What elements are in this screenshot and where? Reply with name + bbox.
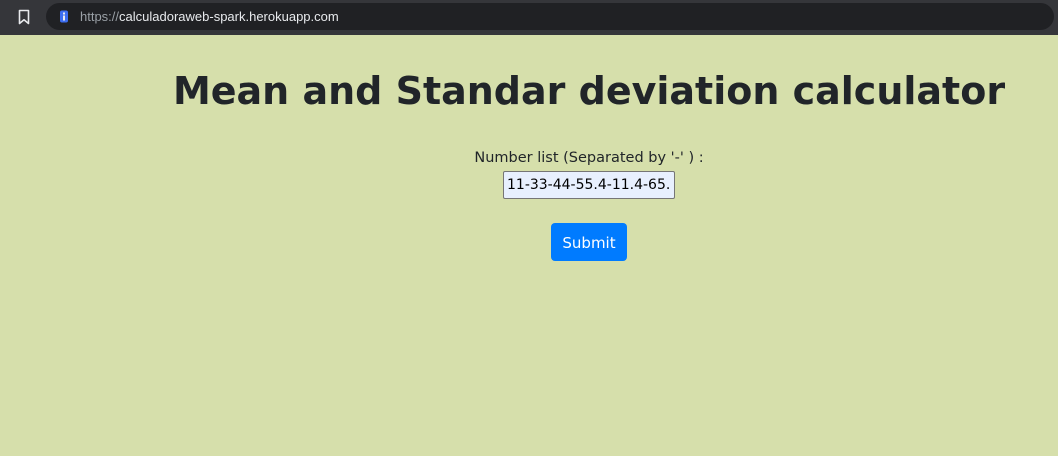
number-list-label: Number list (Separated by '-' ) : bbox=[474, 150, 704, 166]
browser-toolbar: https://calculadoraweb-spark.herokuapp.c… bbox=[0, 0, 1058, 35]
page-content: Mean and Standar deviation calculator Nu… bbox=[0, 35, 1058, 456]
bookmark-icon[interactable] bbox=[17, 9, 31, 25]
url-host: calculadoraweb-spark.herokuapp.com bbox=[119, 9, 339, 24]
site-info-icon[interactable] bbox=[59, 10, 69, 23]
page-title: Mean and Standar deviation calculator bbox=[172, 69, 1006, 113]
number-list-input[interactable] bbox=[503, 171, 675, 199]
url-text: https://calculadoraweb-spark.herokuapp.c… bbox=[80, 8, 339, 25]
submit-button[interactable]: Submit bbox=[551, 223, 627, 261]
url-scheme: https:// bbox=[80, 9, 120, 24]
address-bar[interactable]: https://calculadoraweb-spark.herokuapp.c… bbox=[46, 3, 1054, 30]
